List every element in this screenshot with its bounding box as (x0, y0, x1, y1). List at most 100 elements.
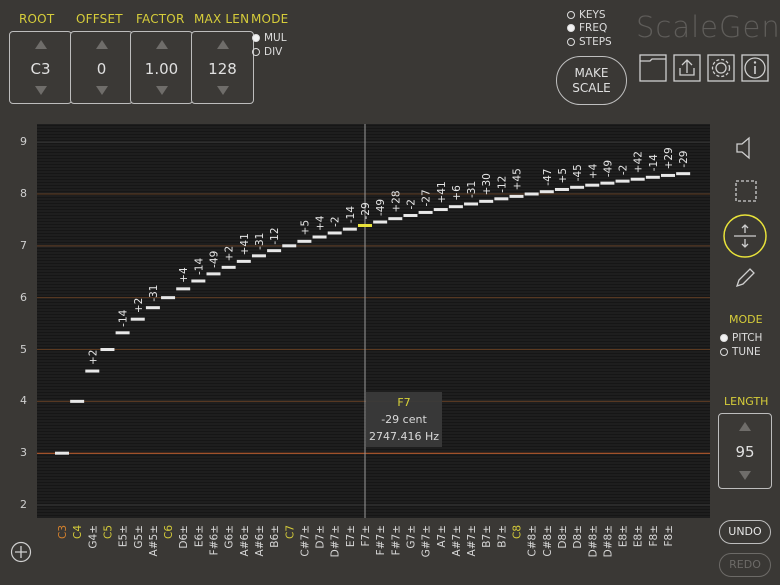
cent-label: +2 (133, 298, 145, 313)
decrement-arrow-icon[interactable] (95, 86, 108, 95)
scale-step[interactable] (418, 210, 433, 214)
scale-step[interactable] (600, 181, 615, 185)
display-option-steps[interactable]: STEPS (567, 36, 612, 48)
max-len-stepper[interactable]: 128 (191, 31, 254, 104)
scale-step[interactable] (479, 199, 494, 203)
scale-step[interactable] (342, 227, 357, 231)
gear-icon[interactable] (707, 54, 735, 82)
redo-button[interactable]: REDO (719, 553, 771, 577)
cent-label: -49 (209, 251, 221, 268)
offset-label: OFFSET (76, 12, 123, 26)
scale-step[interactable] (645, 175, 660, 179)
scale-step[interactable] (358, 224, 372, 228)
scale-step[interactable] (70, 399, 85, 403)
cursor-tooltip: F7 -29 cent 2747.416 Hz (366, 392, 442, 447)
scale-step[interactable] (615, 179, 630, 183)
scale-step[interactable] (85, 369, 100, 373)
undo-button[interactable]: UNDO (719, 520, 771, 544)
scale-step[interactable] (236, 259, 251, 263)
x-tick-label: B7± (496, 525, 508, 548)
scale-step[interactable] (55, 451, 69, 455)
cent-label: -2 (405, 199, 417, 209)
add-icon[interactable] (10, 541, 32, 563)
scale-step[interactable] (403, 214, 418, 218)
increment-arrow-icon[interactable] (739, 422, 751, 431)
increment-arrow-icon[interactable] (34, 40, 47, 49)
scale-step[interactable] (585, 183, 600, 187)
increment-arrow-icon[interactable] (95, 40, 108, 49)
increment-arrow-icon[interactable] (216, 40, 229, 49)
y-tick-label: 5 (20, 342, 27, 356)
scale-step[interactable] (267, 249, 282, 253)
decrement-arrow-icon[interactable] (216, 86, 229, 95)
scale-step[interactable] (509, 194, 524, 198)
make-scale-button[interactable]: MAKE SCALE (556, 56, 627, 105)
x-tick-label: F#7± (375, 525, 387, 555)
scale-step[interactable] (676, 172, 691, 176)
scale-step[interactable] (115, 331, 130, 335)
selection-icon[interactable] (735, 180, 757, 202)
tooltip-cent: -29 cent (381, 413, 427, 426)
move-vertical-icon[interactable] (722, 213, 768, 259)
scale-step[interactable] (388, 217, 403, 221)
scale-step[interactable] (221, 265, 236, 269)
scale-step[interactable] (312, 235, 327, 239)
side-mode-option-pitch[interactable]: PITCH (720, 332, 762, 344)
scale-step[interactable] (130, 317, 145, 321)
scale-step[interactable] (494, 197, 509, 201)
display-option-keys[interactable]: KEYS (567, 9, 606, 21)
mode-option-div[interactable]: DIV (252, 46, 282, 58)
scale-step[interactable] (327, 231, 342, 235)
decrement-arrow-icon[interactable] (155, 86, 168, 95)
cent-label: -2 (618, 165, 630, 175)
root-stepper[interactable]: C3 (9, 31, 72, 104)
scale-step[interactable] (251, 254, 266, 258)
mode-label: MODE (251, 12, 289, 26)
decrement-arrow-icon[interactable] (739, 471, 751, 480)
scale-step[interactable] (661, 173, 675, 177)
x-tick-label: G7± (405, 525, 417, 549)
plot-canvas[interactable]: +2-14+2-31+4-14 -49 +2 +41 -31 -12 +5 +4 -2 -14 -2… (37, 124, 710, 518)
share-icon[interactable] (673, 54, 701, 82)
decrement-arrow-icon[interactable] (34, 86, 47, 95)
display-option-freq[interactable]: FREQ (567, 22, 607, 34)
cent-label: +4 (315, 215, 327, 231)
scale-step[interactable] (464, 202, 479, 206)
radio-unselected-icon (567, 11, 575, 19)
scale-step[interactable] (282, 244, 297, 248)
info-icon[interactable] (741, 54, 769, 82)
y-tick-label: 2 (20, 498, 27, 512)
side-mode-option-tune[interactable]: TUNE (720, 346, 761, 358)
x-tick-label: C3 (57, 525, 69, 539)
cent-label: -14 (118, 309, 130, 326)
scale-step[interactable] (297, 239, 312, 243)
x-tick-label: D8± (557, 525, 569, 549)
cent-label: -49 (375, 199, 387, 216)
scale-step[interactable] (161, 296, 176, 300)
scale-plot[interactable]: +2 -14 +2 -31 +4 -14 -49 +2 +41 -31 -12 +5 +4 -2 -14 -2… (37, 124, 710, 518)
folder-icon[interactable] (639, 54, 667, 82)
x-tick-label: D#8± (602, 525, 614, 557)
scale-step[interactable] (100, 348, 115, 352)
x-tick-label: G#7± (421, 525, 433, 557)
factor-stepper[interactable]: 1.00 (130, 31, 193, 104)
scale-step[interactable] (570, 185, 585, 189)
length-stepper[interactable]: 95 (718, 413, 772, 489)
offset-stepper[interactable]: 0 (70, 31, 133, 104)
scale-step[interactable] (176, 287, 191, 291)
scale-step[interactable] (433, 208, 448, 212)
pencil-icon[interactable] (734, 267, 756, 289)
scale-step[interactable] (145, 306, 160, 310)
scale-step[interactable] (373, 220, 388, 224)
speaker-icon[interactable] (735, 136, 755, 160)
scale-step[interactable] (630, 177, 645, 181)
increment-arrow-icon[interactable] (155, 40, 168, 49)
scale-step[interactable] (524, 192, 539, 196)
scale-step[interactable] (206, 272, 221, 276)
mode-option-mul[interactable]: MUL (252, 32, 287, 44)
scale-step[interactable] (448, 205, 463, 209)
scale-step[interactable] (554, 187, 569, 191)
scale-step[interactable] (191, 279, 206, 283)
cent-label: -12 (496, 176, 508, 193)
scale-step[interactable] (539, 190, 554, 194)
